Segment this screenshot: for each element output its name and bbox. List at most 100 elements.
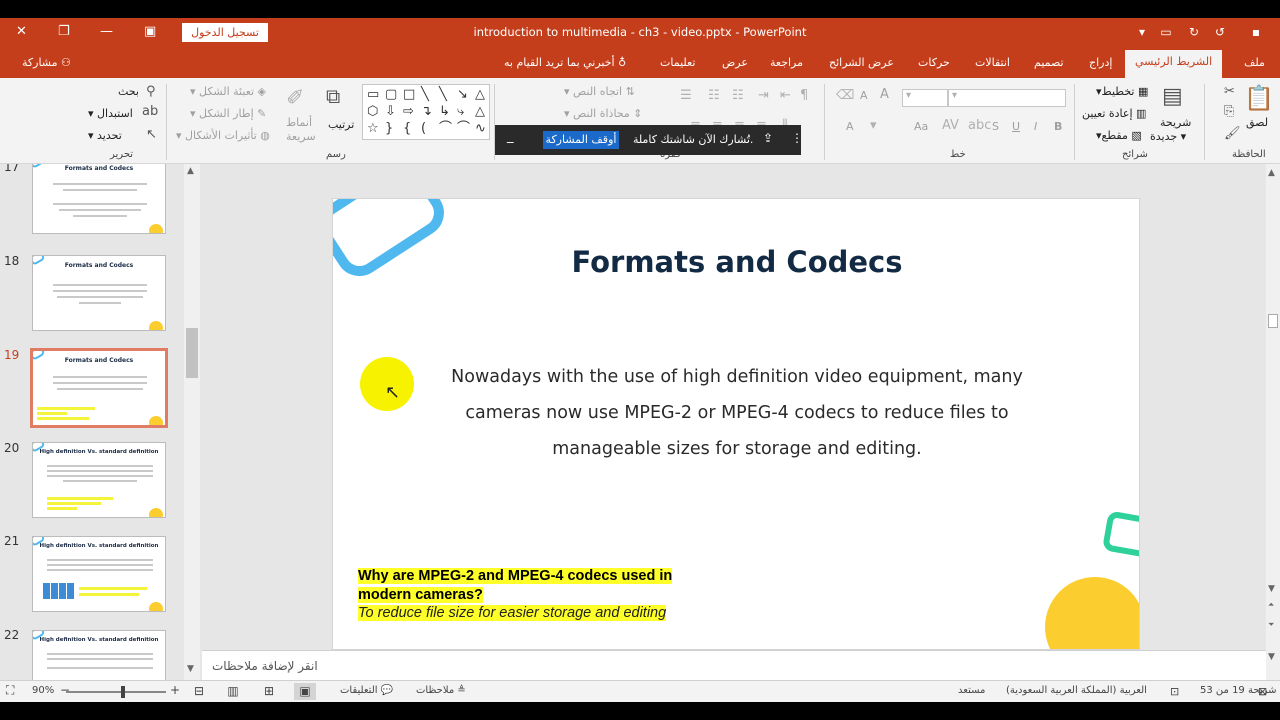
comments-button[interactable]: التعليقات 💬: [340, 685, 393, 696]
shape-effects-button[interactable]: ▾ تأثيرات الأشكال ◍: [176, 129, 270, 142]
tab-design[interactable]: تصميم: [1034, 56, 1064, 69]
scroll-down-icon[interactable]: ▼: [1268, 652, 1275, 662]
login-button[interactable]: تسجيل الدخول: [182, 23, 268, 42]
shape-outline-button[interactable]: ▾ إطار الشكل ✎: [190, 107, 266, 120]
scroll-down-icon[interactable]: ▼: [187, 664, 194, 674]
arc-shape-icon[interactable]: ⌒: [439, 122, 452, 136]
decrease-indent-icon[interactable]: ⇤: [780, 88, 791, 103]
chevron-down-icon[interactable]: ▾: [870, 118, 877, 133]
font-size-combo[interactable]: ▾: [902, 89, 948, 107]
share-button[interactable]: مشاركة ⚇: [22, 56, 71, 69]
normal-view-icon[interactable]: ▣: [294, 683, 316, 700]
elbow2-shape-icon[interactable]: ↳: [439, 105, 450, 119]
previous-slide-icon[interactable]: ⏶: [1268, 600, 1274, 610]
underline-button[interactable]: U: [1012, 120, 1020, 133]
shadow-button[interactable]: S: [992, 120, 999, 133]
numbering-icon[interactable]: ☷: [708, 88, 720, 103]
text-direction-button[interactable]: ▾ اتجاه النص ⇅: [564, 85, 635, 98]
thumbnails-scrollbar[interactable]: ▲ ▼: [184, 164, 200, 680]
triangle2-shape-icon[interactable]: △: [475, 105, 485, 119]
slide-thumbnail[interactable]: High definition Vs. standard definition: [32, 630, 166, 680]
line-spacing-icon[interactable]: ☰: [680, 88, 692, 103]
restore-window-icon[interactable]: ❐: [58, 24, 70, 39]
tab-file[interactable]: ملف: [1244, 56, 1265, 69]
minimize-window-icon[interactable]: —: [100, 24, 113, 39]
right-arrow-shape-icon[interactable]: ⇨: [403, 105, 414, 119]
slide-sorter-icon[interactable]: ⊞: [258, 683, 280, 700]
slide-title[interactable]: Formats and Codecs: [333, 245, 1139, 279]
share-up-icon[interactable]: ⇪: [763, 131, 773, 145]
rounded-rectangle-shape-icon[interactable]: ▢: [385, 88, 397, 102]
italic-button[interactable]: I: [1034, 120, 1037, 133]
cut-icon[interactable]: ✂: [1224, 84, 1235, 99]
zoom-slider[interactable]: [66, 691, 166, 693]
fit-to-window-icon[interactable]: ⛶: [6, 683, 14, 698]
elbow-shape-icon[interactable]: ↴: [421, 105, 432, 119]
new-slide-icon[interactable]: ▤: [1162, 84, 1183, 109]
main-scrollbar[interactable]: ▲ ▼ ⏶ ⏷ ▼: [1266, 164, 1280, 680]
line-shape-icon[interactable]: ╲: [421, 88, 429, 102]
zoom-level[interactable]: 90%: [32, 685, 54, 696]
triangle-shape-icon[interactable]: △: [475, 88, 485, 102]
select-button[interactable]: ▾ تحديد: [88, 129, 122, 142]
slide-thumbnail[interactable]: Formats and Codecs: [32, 255, 166, 331]
tab-home[interactable]: الشريط الرئيسي: [1125, 50, 1223, 78]
slide-body-text[interactable]: Nowadays with the use of high definition…: [437, 359, 1037, 467]
minimize-sharing-button[interactable]: _: [507, 129, 514, 144]
slide-thumbnail[interactable]: Formats and Codecs: [32, 164, 166, 234]
copy-icon[interactable]: ⎘: [1224, 104, 1234, 119]
tab-slideshow[interactable]: عرض الشرائح: [829, 56, 894, 69]
paste-button[interactable]: لصق: [1246, 116, 1268, 129]
change-case-button[interactable]: Aa: [914, 120, 928, 133]
ribbon-display-options-icon[interactable]: ▣: [144, 24, 156, 39]
close-window-icon[interactable]: ✕: [16, 24, 27, 39]
line2-shape-icon[interactable]: ╲: [439, 88, 447, 102]
new-slide-label-2[interactable]: جديدة ▾: [1150, 130, 1186, 143]
tab-view[interactable]: عرض: [722, 56, 748, 69]
paste-icon[interactable]: 📋: [1244, 84, 1274, 112]
save-icon[interactable]: ▪: [1248, 24, 1264, 40]
font-name-combo[interactable]: ▾: [948, 89, 1066, 107]
slide-thumbnail-selected[interactable]: Formats and Codecs: [30, 348, 168, 428]
tab-review[interactable]: مراجعة: [770, 56, 803, 69]
drag-handle-icon[interactable]: ⋮: [791, 131, 803, 145]
arc2-shape-icon[interactable]: ⌒: [457, 122, 470, 136]
char-spacing-icon[interactable]: AV: [942, 118, 959, 133]
format-painter-icon[interactable]: 🖌: [1224, 126, 1241, 141]
quick-styles-icon[interactable]: ✐: [286, 86, 304, 111]
bold-button[interactable]: B: [1054, 120, 1062, 133]
scroll-thumb[interactable]: [186, 328, 198, 378]
strikethrough-label[interactable]: abc: [968, 118, 991, 133]
slide-thumbnail[interactable]: High definition Vs. standard definition: [32, 536, 166, 612]
undo-icon[interactable]: ↺: [1212, 24, 1228, 40]
question-answer-block[interactable]: Why are MPEG-2 and MPEG-4 codecs used in…: [358, 567, 673, 623]
down-arrow-shape-icon[interactable]: ⇩: [385, 105, 396, 119]
increase-indent-icon[interactable]: ⇥: [758, 88, 769, 103]
tab-transitions[interactable]: انتقالات: [975, 56, 1010, 69]
slideshow-view-icon[interactable]: ⊟: [188, 683, 210, 700]
scroll-up-icon[interactable]: ▲: [187, 166, 194, 176]
bracket-shape-icon[interactable]: }: [385, 122, 393, 136]
find-button[interactable]: بحث: [118, 85, 139, 98]
zoom-out-button[interactable]: −: [60, 683, 70, 697]
curve-shape-icon[interactable]: ⤷: [457, 105, 464, 119]
shapes-gallery[interactable]: ▭ ▢ □ ╲ ╲ ↘ △ ⬡ ⇩ ⇨ ↴ ↳ ⤷ △ ☆ } { ( ⌒ ⌒ …: [362, 84, 490, 140]
customize-toolbar-icon[interactable]: ▾: [1134, 24, 1150, 40]
paren-shape-icon[interactable]: (: [421, 122, 426, 136]
grow-font-button[interactable]: A: [880, 87, 889, 102]
tell-me-search[interactable]: أخبرني بما تريد القيام به ♁: [504, 56, 626, 69]
language-status[interactable]: العربية (المملكة العربية السعودية): [1006, 685, 1147, 696]
reset-button[interactable]: إعادة تعيين ▥: [1082, 107, 1146, 120]
bracket2-shape-icon[interactable]: {: [403, 122, 411, 136]
shape-fill-button[interactable]: ▾ تعبئة الشكل ◈: [190, 85, 266, 98]
scroll-thumb[interactable]: [1268, 314, 1278, 328]
start-slideshow-icon[interactable]: ▭: [1158, 24, 1174, 40]
scroll-up-icon[interactable]: ▲: [1268, 168, 1275, 178]
clear-formatting-icon[interactable]: ⌫: [836, 88, 854, 103]
notes-pane[interactable]: انقر لإضافة ملاحظات: [202, 650, 1266, 680]
rtl-icon[interactable]: ¶: [800, 88, 808, 103]
notes-button[interactable]: ملاحظات ≜: [416, 685, 466, 696]
rect-shape-icon[interactable]: □: [403, 88, 415, 102]
shrink-font-button[interactable]: A: [860, 89, 868, 102]
new-slide-label[interactable]: شريحة: [1160, 116, 1191, 129]
